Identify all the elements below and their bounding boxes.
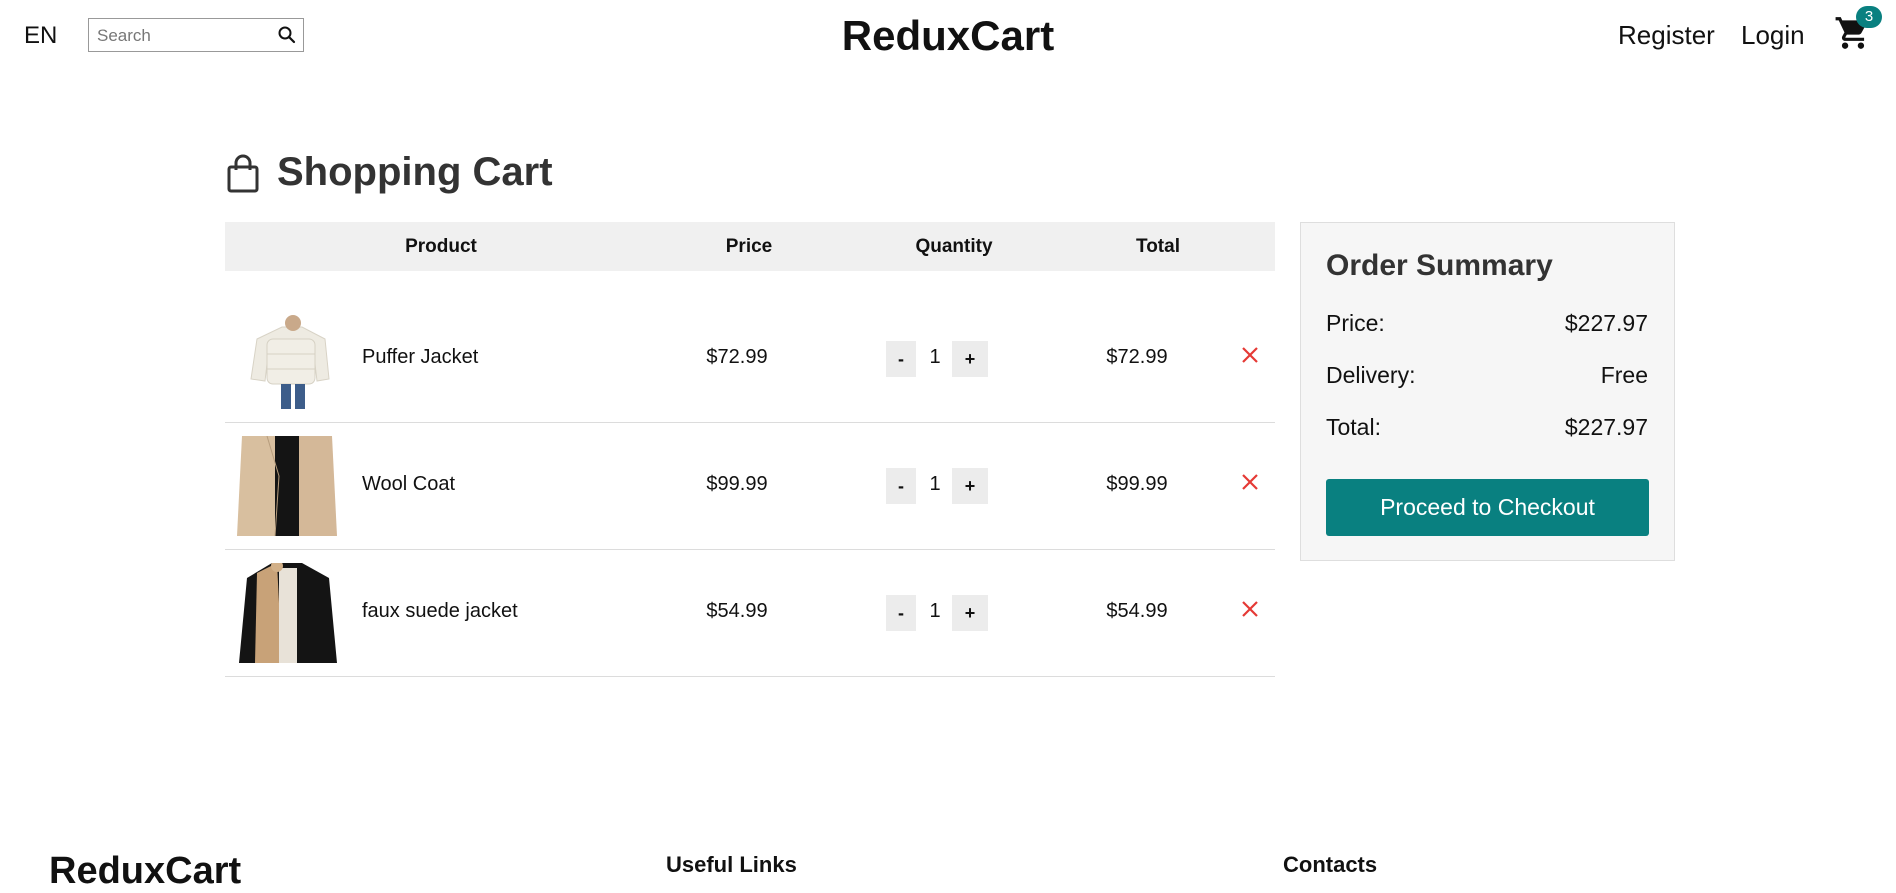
- summary-total-value: $227.97: [1564, 414, 1648, 440]
- cart-row: Puffer Jacket $72.99 - 1 + $72.99: [225, 296, 1275, 423]
- order-summary-title: Order Summary: [1326, 249, 1553, 282]
- summary-delivery-value: Free: [1600, 362, 1648, 388]
- footer-useful-links-heading: Useful Links: [666, 852, 797, 877]
- product-name[interactable]: faux suede jacket: [362, 600, 518, 623]
- column-header-price: Price: [725, 236, 773, 257]
- product-price: $72.99: [706, 346, 768, 368]
- column-header-quantity: Quantity: [915, 236, 993, 257]
- decrease-quantity-button[interactable]: -: [886, 341, 916, 377]
- footer-logo[interactable]: ReduxCart: [49, 850, 241, 893]
- product-name[interactable]: Wool Coat: [362, 473, 455, 496]
- increase-quantity-button[interactable]: +: [952, 468, 988, 504]
- product-image[interactable]: [237, 309, 337, 409]
- login-link[interactable]: Login: [1741, 20, 1805, 51]
- site-logo[interactable]: ReduxCart: [0, 12, 1896, 60]
- quantity-value: 1: [929, 600, 941, 622]
- proceed-to-checkout-button[interactable]: Proceed to Checkout: [1326, 479, 1649, 536]
- remove-item-icon[interactable]: [1239, 344, 1261, 366]
- product-image[interactable]: [237, 436, 337, 536]
- summary-price-label: Price:: [1326, 310, 1385, 336]
- decrease-quantity-button[interactable]: -: [886, 595, 916, 631]
- cart-count-badge: 3: [1856, 6, 1882, 28]
- shopping-bag-icon: [227, 154, 259, 193]
- footer-contacts-heading: Contacts: [1283, 852, 1378, 877]
- remove-item-icon[interactable]: [1239, 598, 1261, 620]
- summary-total-label: Total:: [1326, 414, 1381, 440]
- line-total: $99.99: [1106, 473, 1168, 495]
- increase-quantity-button[interactable]: +: [952, 341, 988, 377]
- decrease-quantity-button[interactable]: -: [886, 468, 916, 504]
- product-price: $99.99: [706, 473, 768, 495]
- register-link[interactable]: Register: [1618, 20, 1715, 51]
- summary-price-value: $227.97: [1564, 310, 1648, 336]
- product-name[interactable]: Puffer Jacket: [362, 346, 478, 369]
- cart-table-header: Product Price Quantity Total: [225, 222, 1275, 271]
- column-header-product: Product: [405, 236, 477, 257]
- cart-row: Wool Coat $99.99 - 1 + $99.99: [225, 423, 1275, 550]
- quantity-value: 1: [929, 473, 941, 495]
- remove-item-icon[interactable]: [1239, 471, 1261, 493]
- order-summary-panel: Order Summary Price: $227.97 Delivery: F…: [1300, 222, 1675, 561]
- column-header-total: Total: [1136, 236, 1180, 257]
- line-total: $54.99: [1106, 600, 1168, 622]
- product-price: $54.99: [706, 600, 768, 622]
- summary-delivery-label: Delivery:: [1326, 362, 1416, 388]
- line-total: $72.99: [1106, 346, 1168, 368]
- quantity-value: 1: [929, 346, 941, 368]
- increase-quantity-button[interactable]: +: [952, 595, 988, 631]
- product-image[interactable]: [237, 563, 337, 663]
- page-title: Shopping Cart: [277, 150, 553, 194]
- cart-row: faux suede jacket $54.99 - 1 + $54.99: [225, 550, 1275, 677]
